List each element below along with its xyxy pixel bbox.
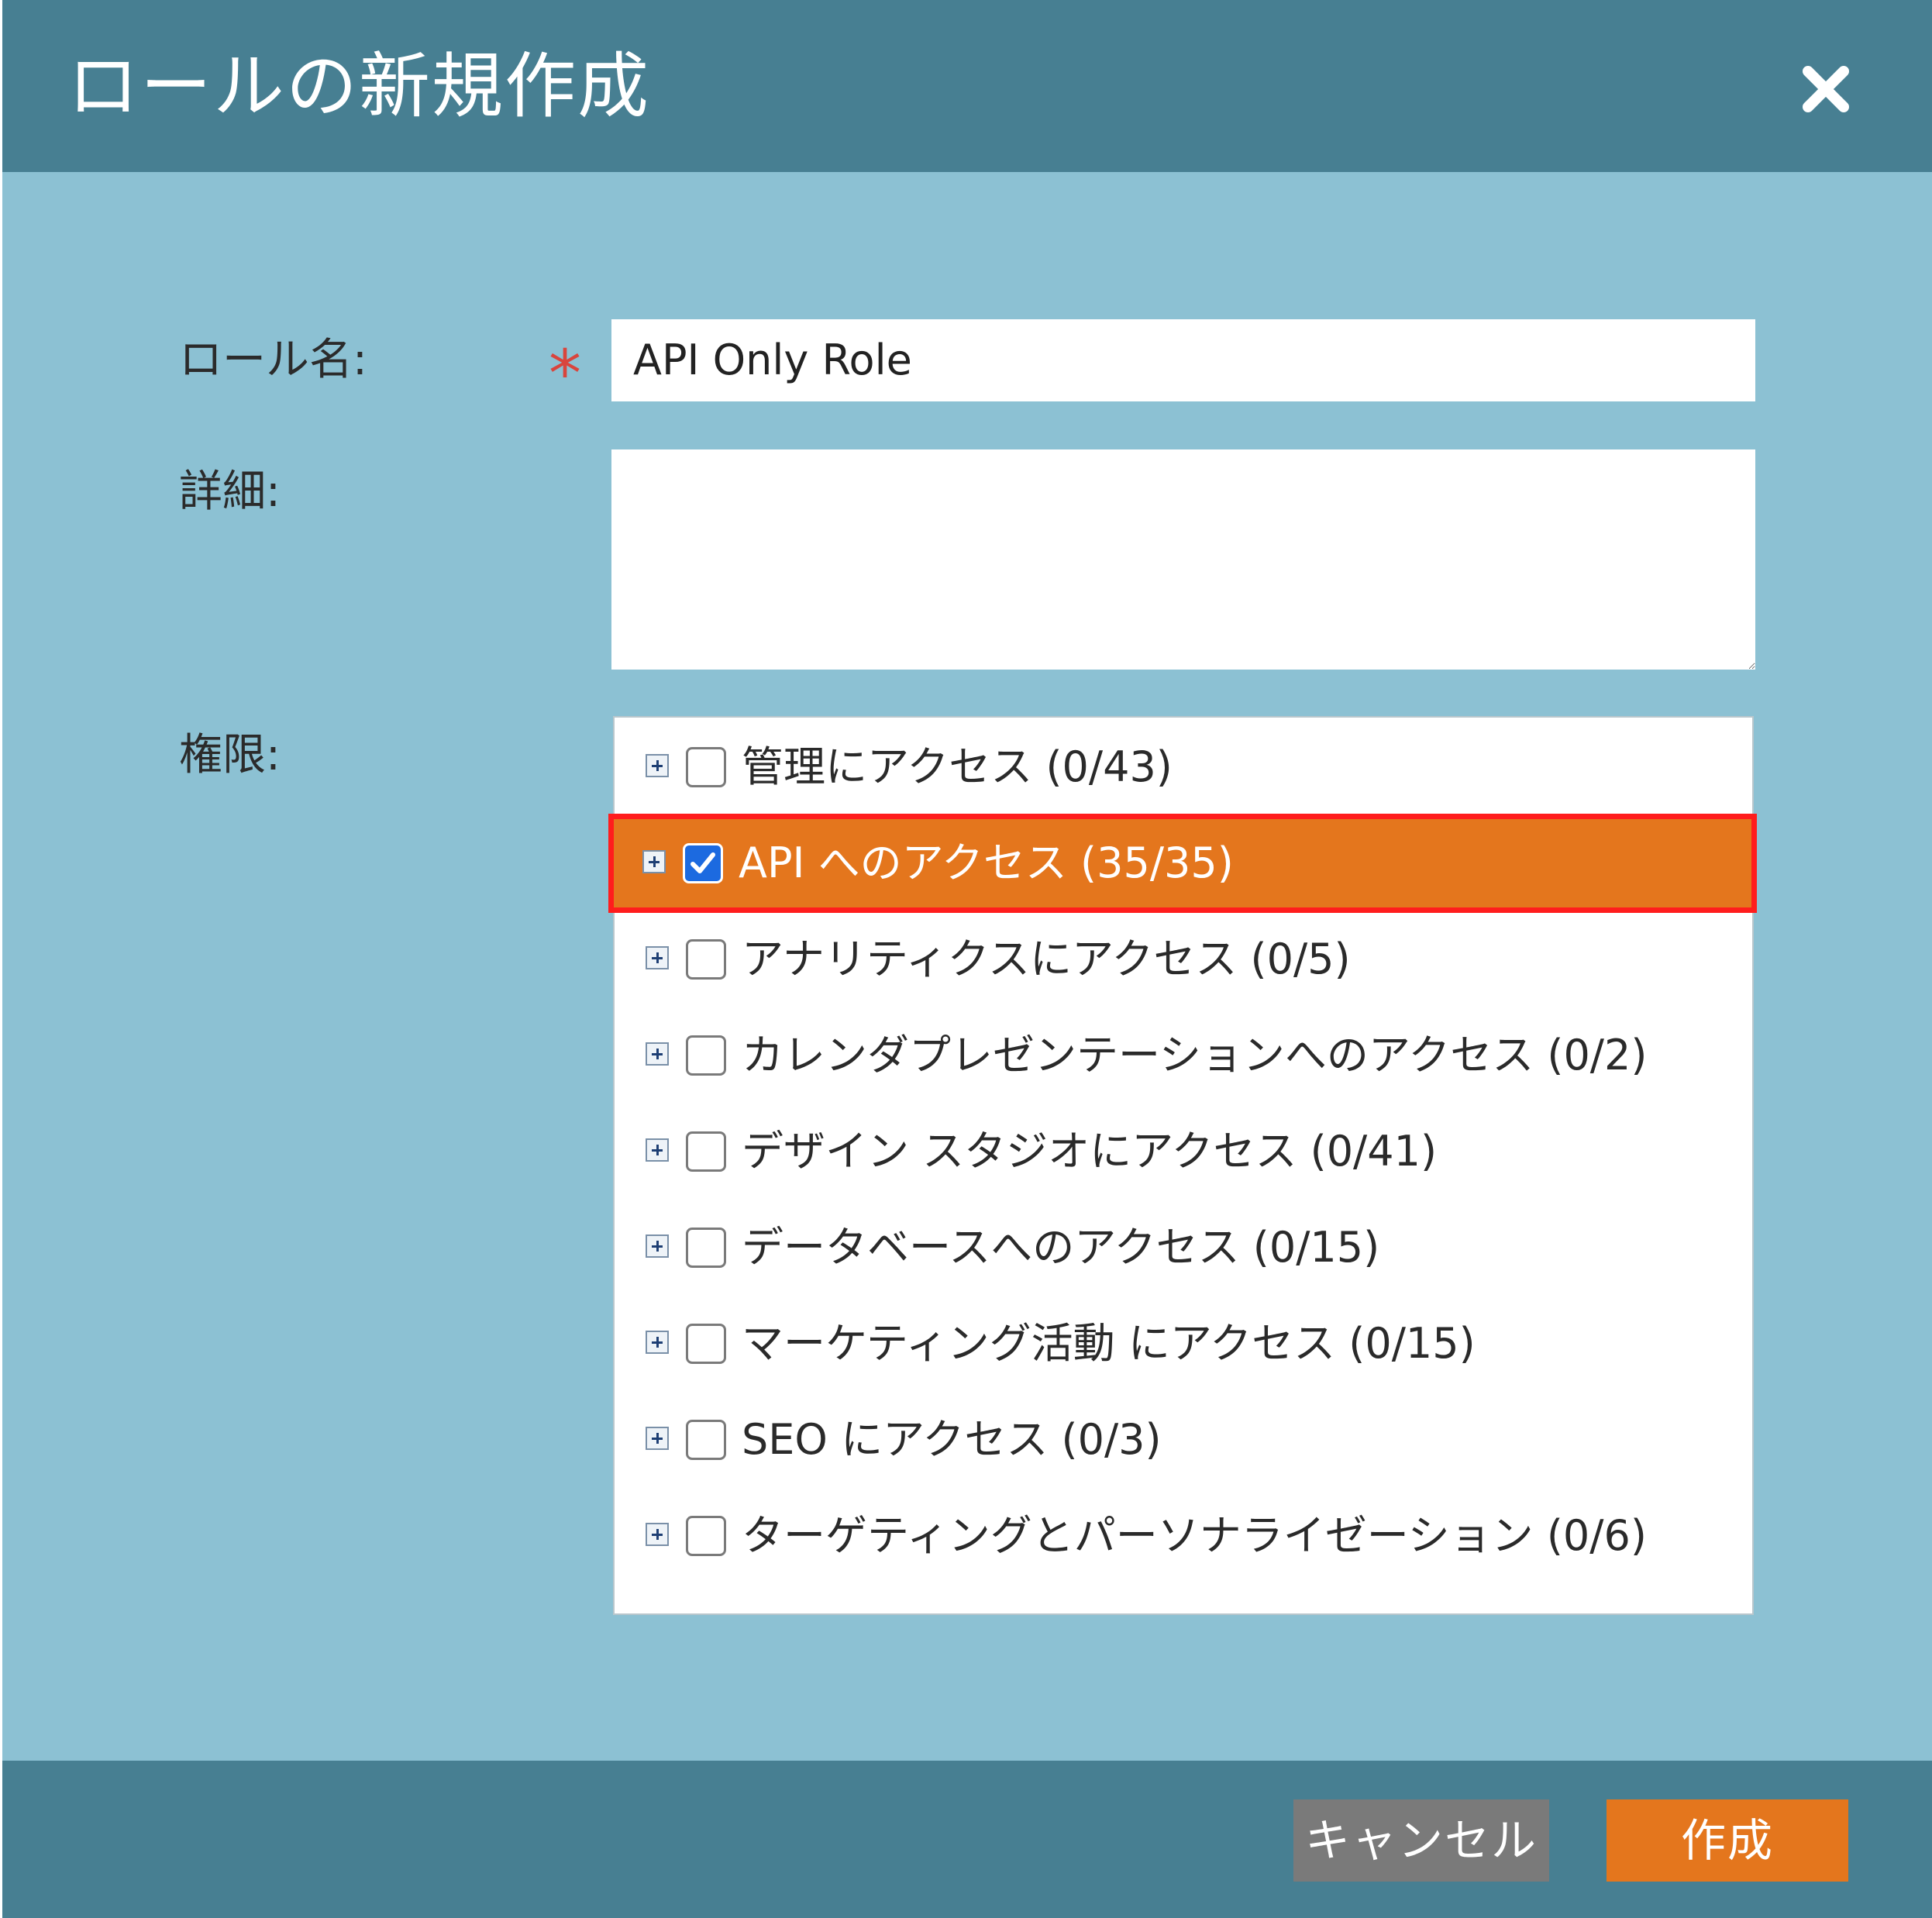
checkmark-icon [690, 852, 715, 873]
permissions-tree: 管理にアクセス (0/43) API へのアクセス (35/35) アナリティク… [608, 716, 1757, 1615]
permission-item-analytics[interactable]: アナリティクスにアクセス (0/5) [615, 913, 1752, 1006]
permission-item-api[interactable]: API へのアクセス (35/35) [608, 814, 1757, 913]
permission-label: アナリティクスにアクセス (0/5) [742, 935, 1351, 983]
permission-label: SEO にアクセス (0/3) [742, 1415, 1162, 1464]
expand-icon[interactable] [646, 1234, 669, 1258]
permission-item-calendar[interactable]: カレンダプレゼンテーションへのアクセス (0/2) [615, 1009, 1752, 1102]
expand-icon[interactable] [646, 754, 669, 777]
close-icon[interactable] [1799, 62, 1853, 116]
expand-icon[interactable] [646, 1427, 669, 1450]
required-asterisk: * [549, 336, 581, 411]
role-name-label: ロール名: [179, 335, 367, 385]
permission-checkbox[interactable] [686, 747, 726, 787]
permission-checkbox[interactable] [686, 1035, 726, 1076]
permission-label: 管理にアクセス (0/43) [742, 742, 1173, 791]
create-role-dialog: ロールの新規作成 ロール名: * 詳細: 権限: 管理にアクセス (0/43) … [2, 0, 1932, 1918]
permission-checkbox-checked[interactable] [683, 843, 723, 883]
permission-label: デザイン スタジオにアクセス (0/41) [742, 1127, 1438, 1176]
permission-label: API へのアクセス (35/35) [739, 838, 1234, 887]
permission-checkbox[interactable] [686, 1516, 726, 1556]
permissions-label: 権限: [179, 730, 281, 780]
permission-label: カレンダプレゼンテーションへのアクセス (0/2) [742, 1031, 1648, 1080]
expand-icon[interactable] [646, 1523, 669, 1546]
permission-checkbox[interactable] [686, 1131, 726, 1172]
expand-icon[interactable] [646, 1042, 669, 1066]
create-button[interactable]: 作成 [1607, 1799, 1848, 1882]
permission-item-marketing-activities[interactable]: マーケティング活動 にアクセス (0/15) [615, 1297, 1752, 1390]
permission-checkbox[interactable] [686, 1420, 726, 1460]
permission-label: データベースへのアクセス (0/15) [742, 1223, 1380, 1272]
expand-icon[interactable] [646, 1138, 669, 1162]
expand-icon[interactable] [642, 850, 666, 873]
dialog-header: ロールの新規作成 [2, 0, 1932, 172]
dialog-title: ロールの新規作成 [67, 45, 651, 128]
cancel-button[interactable]: キャンセル [1293, 1799, 1549, 1882]
details-label: 詳細: [179, 467, 281, 517]
role-name-input[interactable] [611, 319, 1755, 401]
permission-label: ターゲティングとパーソナライゼーション (0/6) [742, 1511, 1647, 1560]
details-textarea[interactable] [611, 449, 1755, 670]
permission-item-seo[interactable]: SEO にアクセス (0/3) [615, 1393, 1752, 1486]
permission-item-targeting[interactable]: ターゲティングとパーソナライゼーション (0/6) [615, 1489, 1752, 1582]
expand-icon[interactable] [646, 946, 669, 969]
dialog-footer: キャンセル 作成 [2, 1761, 1932, 1918]
permission-item-database[interactable]: データベースへのアクセス (0/15) [615, 1201, 1752, 1294]
permission-checkbox[interactable] [686, 1324, 726, 1364]
permission-checkbox[interactable] [686, 1228, 726, 1268]
permission-label: マーケティング活動 にアクセス (0/15) [742, 1319, 1476, 1368]
expand-icon[interactable] [646, 1331, 669, 1354]
permission-item-design-studio[interactable]: デザイン スタジオにアクセス (0/41) [615, 1105, 1752, 1198]
permission-checkbox[interactable] [686, 939, 726, 980]
permission-item-admin[interactable]: 管理にアクセス (0/43) [615, 721, 1752, 814]
